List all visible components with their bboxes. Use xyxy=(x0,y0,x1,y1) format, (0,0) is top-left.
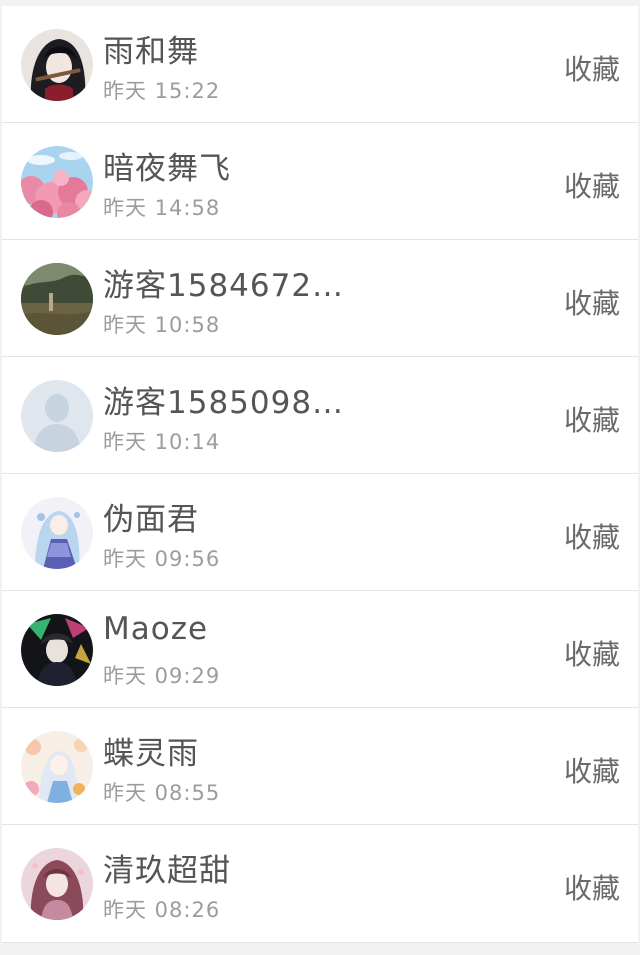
avatar[interactable] xyxy=(21,263,93,335)
favorite-button[interactable]: 收藏 xyxy=(564,282,620,322)
contact-time: 昨天 09:56 xyxy=(103,547,221,571)
list-item[interactable]: 游客1584672… 昨天 10:58 收藏 xyxy=(2,240,638,357)
list-item[interactable]: 游客1585098… 昨天 10:14 收藏 xyxy=(2,357,638,474)
contact-name: 暗夜舞飞 xyxy=(103,151,231,187)
contact-time: 昨天 10:58 xyxy=(103,313,221,337)
contact-time: 昨天 09:29 xyxy=(103,664,221,688)
contact-name: 伪面君 xyxy=(103,502,199,538)
contact-name: 游客1585098… xyxy=(103,385,345,421)
contact-name: 游客1584672… xyxy=(103,268,345,304)
avatar[interactable] xyxy=(21,614,93,686)
avatar-anime-dark-neon-icon xyxy=(21,614,93,686)
avatar[interactable] xyxy=(21,497,93,569)
favorite-button[interactable]: 收藏 xyxy=(564,399,620,439)
list-item[interactable]: 雨和舞 昨天 15:22 收藏 xyxy=(2,6,638,123)
favorite-button[interactable]: 收藏 xyxy=(564,633,620,673)
contact-name: 雨和舞 xyxy=(103,34,199,70)
avatar[interactable] xyxy=(21,380,93,452)
contact-time: 昨天 08:55 xyxy=(103,781,221,805)
avatar-dark-hair-flute-icon xyxy=(21,29,93,101)
bottom-strip xyxy=(0,950,640,955)
list-item[interactable]: Maoze 昨天 09:29 收藏 xyxy=(2,591,638,708)
list-item[interactable]: 蝶灵雨 昨天 08:55 收藏 xyxy=(2,708,638,825)
avatar-cherry-blossom-icon xyxy=(21,146,93,218)
contact-name: 清玖超甜 xyxy=(103,853,231,889)
favorite-button[interactable]: 收藏 xyxy=(564,516,620,556)
contact-name: 蝶灵雨 xyxy=(103,736,199,772)
list-item[interactable]: 清玖超甜 昨天 08:26 收藏 xyxy=(2,825,638,943)
avatar-anime-blue-dress-icon xyxy=(21,497,93,569)
avatar[interactable] xyxy=(21,848,93,920)
avatar[interactable] xyxy=(21,731,93,803)
contact-time: 昨天 10:14 xyxy=(103,430,221,454)
avatar-landscape-icon xyxy=(21,263,93,335)
contact-time: 昨天 14:58 xyxy=(103,196,221,220)
contact-time: 昨天 08:26 xyxy=(103,898,221,922)
contact-name: Maoze xyxy=(103,611,209,647)
avatar[interactable] xyxy=(21,29,93,101)
avatar-anime-floral-icon xyxy=(21,731,93,803)
favorite-button[interactable]: 收藏 xyxy=(564,165,620,205)
contact-list: 雨和舞 昨天 15:22 收藏 暗夜舞飞 昨天 14:58 收藏 游客15846… xyxy=(2,6,638,943)
avatar-anime-pink-hair-icon xyxy=(21,848,93,920)
favorite-button[interactable]: 收藏 xyxy=(564,867,620,907)
list-item[interactable]: 伪面君 昨天 09:56 收藏 xyxy=(2,474,638,591)
avatar[interactable] xyxy=(21,146,93,218)
favorite-button[interactable]: 收藏 xyxy=(564,48,620,88)
contact-time: 昨天 15:22 xyxy=(103,79,221,103)
list-item[interactable]: 暗夜舞飞 昨天 14:58 收藏 xyxy=(2,123,638,240)
avatar-default-silhouette-icon xyxy=(21,380,93,452)
favorite-button[interactable]: 收藏 xyxy=(564,750,620,790)
